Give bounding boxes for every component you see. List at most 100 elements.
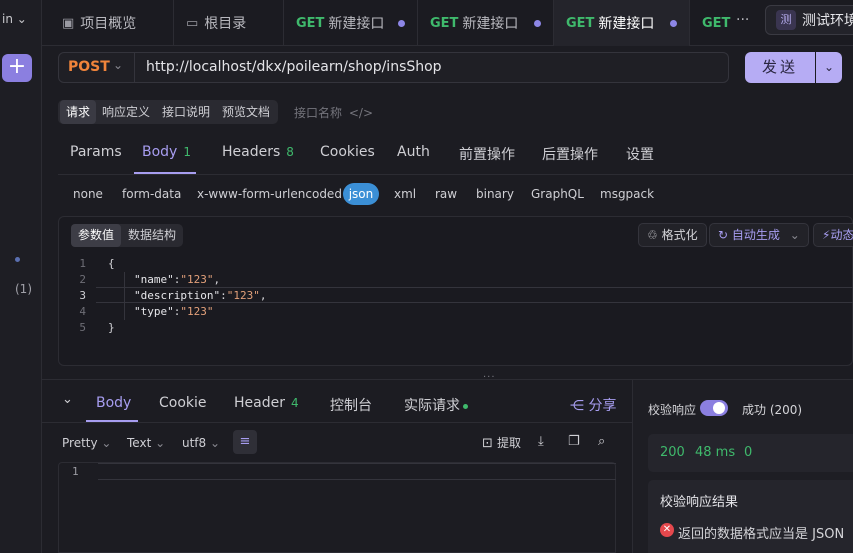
chevron-down-icon[interactable]: ⌄ [113,58,123,72]
tab-pre-processors[interactable]: 前置操作 [459,144,515,164]
chevron-down-icon: ⌄ [16,12,27,26]
collapse-chevron-icon[interactable]: ⌄ [62,392,73,407]
encoding-select[interactable]: utf8 ⌄ [182,436,220,450]
env-badge: 测 [776,10,796,30]
json-key: "description" [134,289,221,302]
verify-status: 成功 (200) [742,403,803,417]
tab-label: 根目录 [204,16,247,32]
method-select[interactable]: POST [68,59,110,75]
body-type-urlencoded[interactable]: x-www-form-urlencoded [197,187,342,201]
subtab-preview-doc[interactable]: 预览文档 [216,100,276,124]
code-line[interactable]: "description":"123", [134,289,266,302]
unsaved-dot [534,20,541,27]
tab-auth[interactable]: Auth [397,144,430,160]
subtab-response-def[interactable]: 响应定义 [96,100,156,124]
download-icon[interactable]: ⤓ [538,434,544,449]
pretty-select[interactable]: Pretty ⌄ [62,436,111,450]
line-number: 3 [79,289,86,302]
send-options-button[interactable]: ⌄ [816,52,842,83]
body-type-none[interactable]: none [73,187,103,201]
editor-tab-schema[interactable]: 数据结构 [121,224,183,247]
send-button[interactable]: 发送 [745,52,815,83]
status-code: 200 [660,445,685,460]
code-line[interactable]: "type":"123" [134,305,214,318]
tab-new-api-2[interactable]: GET 新建接口 [418,0,554,46]
resp-tab-cookie[interactable]: Cookie [159,395,207,411]
editor-tabs: 参数值 数据结构 [71,224,184,247]
status-dot [15,257,20,262]
body-type-msgpack[interactable]: msgpack [600,187,654,201]
method-label: GET [430,15,459,31]
format-select[interactable]: Text ⌄ [127,436,165,450]
body-count-badge: 1 [183,145,191,159]
sidebar-count: (1) [15,282,32,296]
tab-label: 项目概览 [80,16,137,32]
line-number: 5 [79,321,86,334]
divider [42,422,632,423]
folder-icon: ▭ [186,15,199,31]
editor-tab-values[interactable]: 参数值 [71,224,122,247]
search-icon[interactable]: ⌕ [598,434,605,449]
resp-tab-header[interactable]: Header 4 [234,395,299,411]
api-name-placeholder: 接口名称 [294,106,343,120]
extract-label: 提取 [497,436,522,450]
method-label: GET [566,15,595,31]
text-label: Text [127,436,152,450]
resp-tab-body[interactable]: Body [96,395,131,411]
chevron-down-icon: ⌄ [101,436,112,450]
resp-tab-actual-request[interactable]: 实际请求 [404,395,468,415]
resp-tab-console[interactable]: 控制台 [330,395,372,415]
body-type-json[interactable]: json [343,183,379,205]
environment-selector[interactable]: 测 测试环境 [765,5,853,35]
tab-project-overview[interactable]: ▣ 项目概览 [50,0,174,46]
body-type-binary[interactable]: binary [476,187,514,201]
api-name-input[interactable]: 接口名称 </> [294,104,373,121]
tab-root-directory[interactable]: ▭ 根目录 [174,0,284,46]
dynamic-value-button[interactable]: ⚡动态 [813,223,853,247]
overview-icon: ▣ [62,15,75,31]
verify-result-title: 校验响应结果 [660,495,739,510]
tab-headers[interactable]: Headers 8 [222,144,294,160]
tab-label: 新建接口 [328,16,385,32]
tab-get-partial[interactable]: GET [690,0,730,46]
env-label: 测试环境 [802,13,853,29]
dynamic-label: 动态 [830,228,853,242]
left-sidebar [0,0,42,553]
format-button[interactable]: ♲ 格式化 [638,223,707,247]
header-count-badge: 4 [290,396,299,410]
tab-settings[interactable]: 设置 [626,144,654,164]
autogen-button[interactable]: ↻ 自动生成 ⌄ [709,223,809,247]
tab-post-processors[interactable]: 后置操作 [542,144,598,164]
code-line[interactable]: { [108,257,115,270]
tab-cookies[interactable]: Cookies [320,144,375,160]
add-button[interactable]: + [2,54,32,82]
url-input[interactable]: http://localhost/dkx/poilearn/shop/insSh… [146,59,442,75]
tab-new-api-1[interactable]: GET 新建接口 [284,0,418,46]
unsaved-dot [398,20,405,27]
chevron-down-icon: ⌄ [210,436,221,450]
sidebar-head-label: in [2,12,13,26]
tab-body[interactable]: Body 1 [142,144,191,160]
subtab-request[interactable]: 请求 [60,100,97,124]
wrap-lines-icon[interactable]: ≡ [233,430,257,454]
extract-button[interactable]: ⊡ 提取 [482,434,521,451]
tab-new-api-active[interactable]: GET 新建接口 [554,0,690,46]
divider [134,53,135,82]
indent-guide [124,272,125,320]
body-type-raw[interactable]: raw [435,187,457,201]
code-line[interactable]: } [108,321,115,334]
copy-icon[interactable]: ❐ [568,434,580,449]
more-tabs-icon[interactable]: ··· [736,12,749,28]
sidebar-header[interactable]: in ⌄ [0,12,40,26]
subtab-api-doc[interactable]: 接口说明 [156,100,216,124]
verify-response-label: 校验响应 [648,403,697,417]
body-type-graphql[interactable]: GraphQL [531,187,584,201]
tab-params[interactable]: Params [70,144,122,160]
encoding-label: utf8 [182,436,207,450]
error-icon: ✕ [660,523,674,537]
code-line[interactable]: "name":"123", [134,273,220,286]
body-type-xml[interactable]: xml [394,187,416,201]
json-key: "name" [134,273,174,286]
share-button[interactable]: ⋲ 分享 [570,395,616,415]
body-type-form-data[interactable]: form-data [122,187,181,201]
